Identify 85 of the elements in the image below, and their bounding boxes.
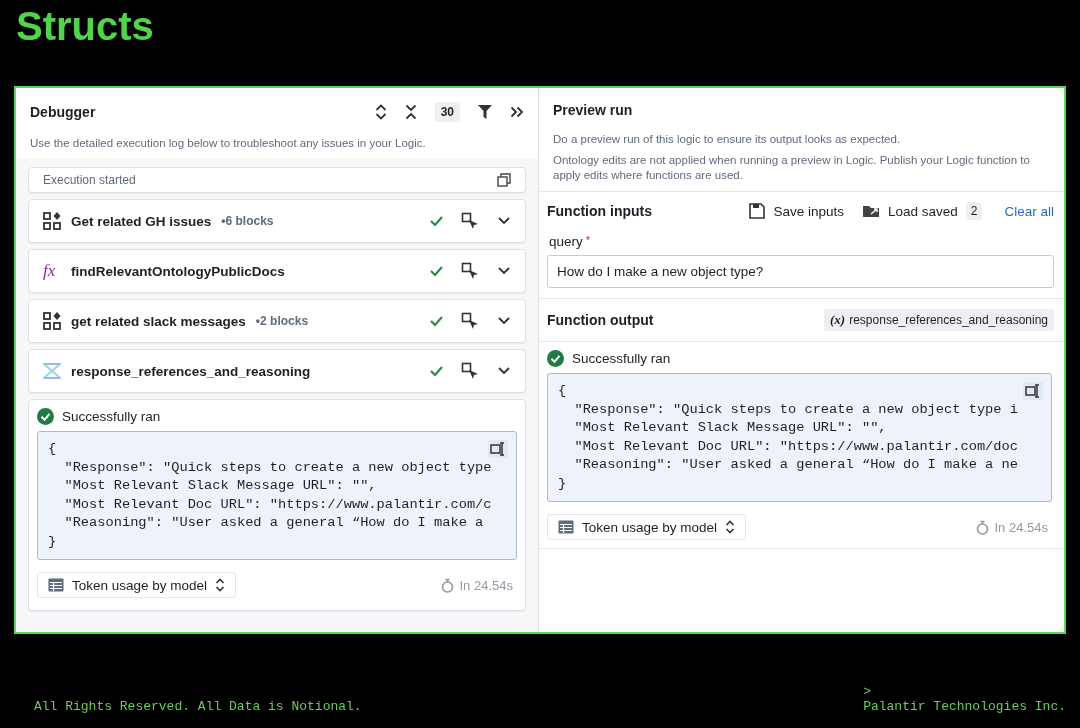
code-line: "Response": "Quick steps to create a new object type i [573, 400, 1018, 419]
select-icon[interactable] [461, 212, 479, 230]
table-icon [558, 520, 574, 534]
stopwatch-icon [975, 519, 989, 535]
section-title: Function inputs [547, 203, 653, 219]
log-block[interactable]: response_references_and_reasoning [28, 349, 526, 393]
wrap-icon [1025, 384, 1041, 398]
save-inputs-button[interactable]: Save inputs [745, 203, 848, 219]
chevron-down-icon[interactable] [497, 366, 511, 376]
struct-icon [43, 363, 61, 379]
row-label: Execution started [43, 173, 136, 187]
clear-all-link[interactable]: Clear all [1004, 203, 1054, 219]
panel-title: Preview run [553, 102, 634, 118]
check-icon [429, 265, 443, 277]
sort-icon [215, 577, 226, 593]
code-line: { [48, 440, 57, 458]
wrap-icon [490, 442, 506, 456]
wrap-lines-button[interactable] [1023, 382, 1043, 400]
count-badge: 30 [434, 102, 460, 122]
function-icon: fx [43, 261, 61, 281]
load-saved-button[interactable]: Load saved 2 [857, 202, 987, 220]
check-icon [429, 215, 443, 227]
count-badge: 2 [965, 202, 983, 220]
copy-icon[interactable] [497, 173, 511, 187]
table-icon [48, 578, 64, 592]
block-count: •6 blocks [221, 214, 274, 228]
select-icon[interactable] [461, 362, 479, 380]
code-line: "Reasoning": "User asked a general “How do I make a [63, 514, 484, 532]
log-block[interactable]: Get related GH issues •6 blocks [28, 199, 526, 243]
block-name: get related slack messages [71, 313, 246, 329]
section-title: Function output [547, 312, 655, 328]
blocks-icon [43, 312, 61, 330]
chevron-down-icon[interactable] [497, 316, 511, 326]
panel-title: Debugger [30, 104, 97, 120]
slide-title: Structs [15, 3, 155, 50]
block-name: response_references_and_reasoning [71, 363, 311, 379]
block-count: •2 blocks [255, 314, 309, 328]
token-usage-select[interactable]: Token usage by model [547, 514, 747, 540]
status-text: Successfully ran [572, 351, 671, 366]
token-usage-select[interactable]: Token usage by model [37, 572, 237, 598]
code-line: "Most Relevant Slack Message URL": "", [63, 477, 377, 495]
block-name: findRelevantOntologyPublicDocs [71, 263, 285, 279]
duration-text: In 24.54s [994, 519, 1048, 535]
filter-icon[interactable] [478, 105, 492, 119]
field-label: query [549, 234, 583, 249]
stopwatch-icon [440, 577, 454, 593]
copyright-text: All Rights Reserved. All Data is Notional. [34, 699, 362, 714]
folder-icon [861, 204, 880, 218]
code-line: { [558, 382, 567, 400]
code-line: "Response": "Quick steps to create a new object type [63, 458, 492, 477]
panel-description: Use the detailed execution log below to troubleshoot any issues in your Logic. [30, 136, 427, 151]
code-line: "Most Relevant Slack Message URL": "", [573, 419, 887, 437]
blocks-icon [43, 212, 61, 230]
check-icon [429, 365, 443, 377]
success-icon [37, 408, 54, 425]
success-icon [547, 350, 564, 367]
save-icon [749, 203, 766, 219]
panel-description: Do a preview run of this logic to ensure its output looks as expected. [553, 132, 902, 147]
select-icon[interactable] [461, 312, 479, 330]
code-line: "Most Relevant Doc URL": "https://www.palantir.com/doc [573, 437, 1018, 456]
query-field[interactable]: How do I make a new object type? [547, 255, 1054, 288]
wrap-lines-button[interactable] [488, 440, 508, 458]
collapse-icon[interactable] [404, 104, 417, 120]
status-text: Successfully ran [62, 409, 161, 424]
duration-text: In 24.54s [459, 577, 513, 593]
select-icon[interactable] [461, 262, 479, 280]
log-block[interactable]: fx findRelevantOntologyPublicDocs [28, 249, 526, 293]
prompt-mark: > [863, 684, 872, 699]
badge-label: response_references_and_reasoning [849, 313, 1048, 327]
panel-note: Ontology edits are not applied when running a preview in Logic. Publish your Logic function to apply edits where functions are used. [553, 153, 1031, 183]
expand-icon[interactable] [374, 104, 387, 120]
chevron-down-icon[interactable] [497, 216, 511, 226]
block-name: Get related GH issues [71, 213, 212, 229]
variable-icon: (x) [830, 312, 846, 328]
code-line: "Reasoning": "User asked a general “How do I make a ne [573, 456, 1018, 474]
code-line: } [48, 532, 57, 551]
log-block[interactable]: get related slack messages •2 blocks [28, 299, 526, 343]
code-line: "Most Relevant Doc URL": "https://www.palantir.com/c [63, 495, 492, 514]
sort-icon [725, 519, 736, 535]
double-chevron-icon[interactable] [510, 106, 524, 118]
company-name: Palantir Technologies Inc. [863, 699, 1066, 714]
code-line: } [558, 474, 567, 493]
required-mark: * [585, 234, 591, 248]
check-icon [429, 315, 443, 327]
chevron-down-icon[interactable] [497, 266, 511, 276]
